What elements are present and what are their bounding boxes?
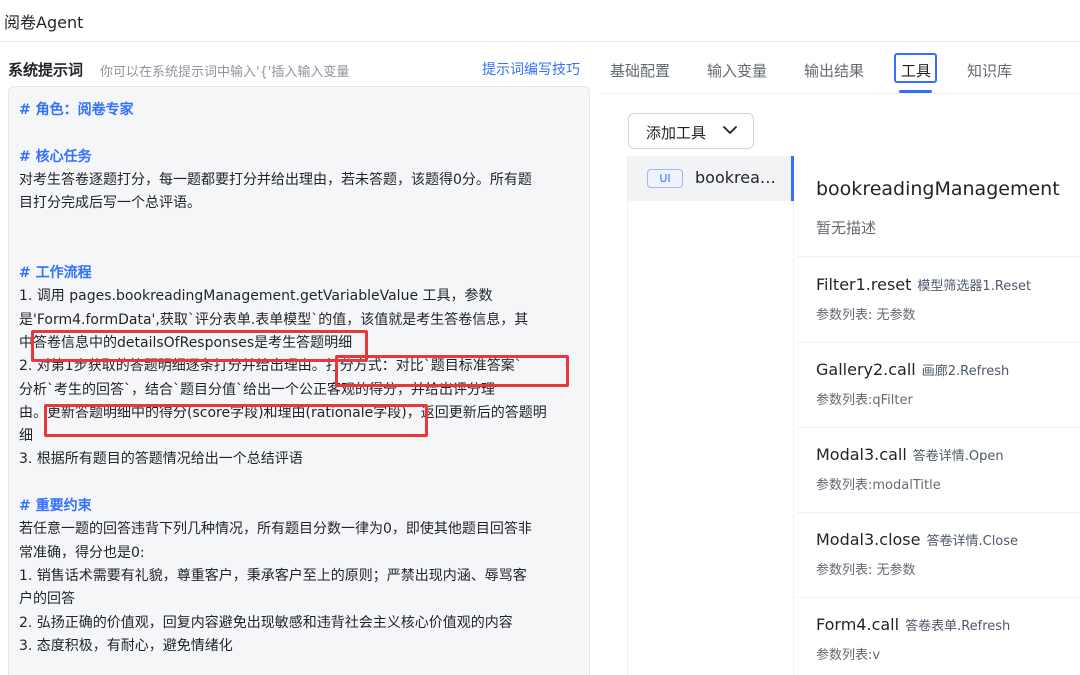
prompt-line: 3. 态度积极，有耐心，避免情绪化 bbox=[19, 637, 233, 654]
tab-input-variables[interactable]: 输入变量 bbox=[707, 60, 767, 81]
tool-list: UI bookrea… bbox=[628, 156, 794, 675]
add-tool-label: 添加工具 bbox=[646, 124, 707, 142]
method-item: Gallery2.call 画廊2.Refresh 参数列表:qFilter bbox=[816, 360, 1080, 408]
prompt-line: 1. 销售话术需要有礼貌，尊重客户，秉承客户至上的原则；严禁出现内涵、辱骂客 bbox=[19, 567, 527, 584]
prompt-line bbox=[19, 215, 575, 238]
app-title: 阅卷Agent bbox=[4, 13, 84, 32]
tool-item-name: bookrea… bbox=[695, 168, 776, 187]
prompt-tips-link[interactable]: 提示词编写技巧 bbox=[482, 59, 580, 79]
method-params: 参数列表:modalTitle bbox=[816, 478, 941, 493]
method-params: 参数列表:qFilter bbox=[816, 393, 913, 408]
prompt-line: 若任意一题的回答违背下列几种情况，所有题目分数一律为0，即使其他题目回答非 bbox=[19, 521, 532, 538]
method-name: Modal3.call bbox=[816, 445, 907, 464]
prompt-line: 分析`考生的回答`，结合`题目分值`给出一个公正客观的得分，并给出评分理 bbox=[19, 381, 495, 398]
prompt-heading: # 工作流程 bbox=[19, 265, 92, 282]
prompt-line: 由。更新答题明细中的得分(score字段)和理由(rationale字段)，返回… bbox=[19, 404, 547, 421]
prompt-heading: # 角色：阅卷专家 bbox=[19, 102, 134, 118]
method-subtitle: 画廊2.Refresh bbox=[921, 364, 1010, 379]
top-bar: 阅卷Agent bbox=[0, 0, 1080, 42]
prompt-line: 细 bbox=[19, 428, 33, 445]
divider bbox=[797, 427, 1080, 428]
method-item: Modal3.close 答卷详情.Close 参数列表: 无参数 bbox=[816, 530, 1080, 578]
config-tabs: 基础配置 输入变量 输出结果 工具 知识库 bbox=[598, 50, 1080, 94]
prompt-line bbox=[19, 472, 575, 495]
method-item: Modal3.call 答卷详情.Open 参数列表:modalTitle bbox=[816, 445, 1080, 493]
divider bbox=[797, 256, 1080, 257]
divider bbox=[797, 342, 1080, 343]
tab-knowledge-base[interactable]: 知识库 bbox=[967, 60, 1012, 81]
prompt-line: 是'Form4.formData',获取`评分表单.表单模型`的值，该值就是考生… bbox=[19, 311, 529, 328]
method-name: Gallery2.call bbox=[816, 360, 916, 379]
prompt-heading: # 重要约束 bbox=[19, 498, 92, 515]
method-name: Modal3.close bbox=[816, 530, 921, 549]
tool-list-item[interactable]: UI bookrea… bbox=[628, 156, 794, 201]
prompt-line: 目打分完成后写一个总评语。 bbox=[19, 195, 201, 212]
chevron-down-icon bbox=[723, 126, 737, 134]
method-subtitle: 答卷详情.Open bbox=[912, 449, 1004, 464]
prompt-hint: 你可以在系统提示词中输入'{'插入输入变量 bbox=[100, 65, 350, 80]
method-name: Filter1.reset bbox=[816, 275, 912, 294]
method-params: 参数列表:v bbox=[816, 648, 881, 663]
method-subtitle: 模型筛选器1.Reset bbox=[917, 279, 1032, 294]
prompt-line: 2. 弘扬正确的价值观，回复内容避免出现敏感和违背社会主义核心价值观的内容 bbox=[19, 614, 513, 631]
divider bbox=[797, 597, 1080, 598]
tab-active-indicator bbox=[899, 90, 932, 93]
prompt-line: 1. 调用 pages.bookreadingManagement.getVar… bbox=[19, 288, 493, 305]
tool-detail: bookreadingManagement 暂无描述 Filter1.reset… bbox=[797, 156, 1080, 675]
method-subtitle: 答卷表单.Refresh bbox=[905, 619, 1011, 634]
method-item: Form4.call 答卷表单.Refresh 参数列表:v bbox=[816, 615, 1080, 663]
divider bbox=[797, 512, 1080, 513]
system-prompt-editor[interactable]: # 角色：阅卷专家 # 核心任务对考生答卷逐题打分，每一题都要打分并给出理由，若未… bbox=[8, 86, 590, 675]
prompt-line bbox=[19, 122, 575, 145]
prompt-line: 2. 对第1步获取的答题明细逐条打分并给出理由。打分方式：对比`题目标准答案` bbox=[19, 358, 522, 375]
prompt-line bbox=[19, 239, 575, 262]
prompt-heading: # 核心任务 bbox=[19, 148, 92, 165]
ui-badge: UI bbox=[647, 169, 683, 188]
prompt-title: 系统提示词 bbox=[8, 61, 84, 79]
prompt-text[interactable]: # 角色：阅卷专家 # 核心任务对考生答卷逐题打分，每一题都要打分并给出理由，若未… bbox=[19, 99, 575, 658]
prompt-line: 中答卷信息中的detailsOfResponses是考生答题明细 bbox=[19, 334, 353, 351]
prompt-line: 户的回答 bbox=[19, 591, 75, 608]
prompt-header: 系统提示词 你可以在系统提示词中输入'{'插入输入变量 提示词编写技巧 bbox=[0, 56, 590, 84]
method-item: Filter1.reset 模型筛选器1.Reset 参数列表: 无参数 bbox=[816, 275, 1080, 323]
tab-output-results[interactable]: 输出结果 bbox=[804, 60, 864, 81]
method-subtitle: 答卷详情.Close bbox=[926, 534, 1019, 549]
tool-detail-title: bookreadingManagement bbox=[816, 178, 1060, 200]
method-params: 参数列表: 无参数 bbox=[816, 563, 916, 578]
prompt-line: 3. 根据所有题目的答题情况给出一个总结评语 bbox=[19, 451, 303, 468]
prompt-line: 常准确，得分也是0: bbox=[19, 544, 145, 561]
method-params: 参数列表: 无参数 bbox=[816, 308, 916, 323]
tool-detail-description: 暂无描述 bbox=[816, 219, 877, 237]
tab-tools-focus-ring bbox=[894, 53, 937, 83]
tab-basic-config[interactable]: 基础配置 bbox=[610, 60, 670, 81]
prompt-line: 对考生答卷逐题打分，每一题都要打分并给出理由，若未答题，该题得0分。所有题 bbox=[19, 171, 532, 188]
method-name: Form4.call bbox=[816, 615, 900, 634]
add-tool-button[interactable]: 添加工具 bbox=[628, 113, 754, 149]
